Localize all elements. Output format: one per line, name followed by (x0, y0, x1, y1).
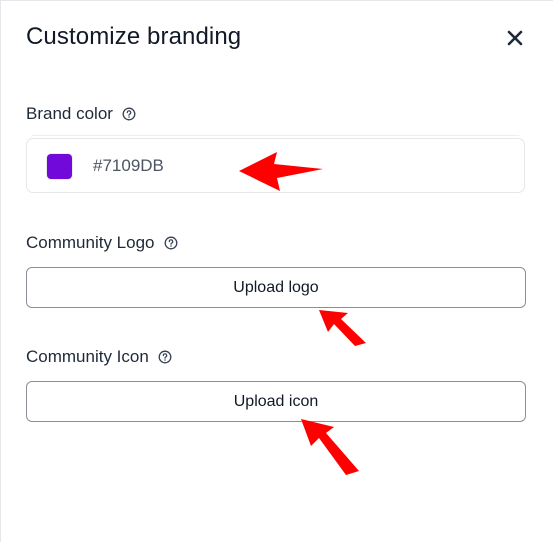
upload-logo-button[interactable]: Upload logo (26, 267, 526, 308)
help-circle-icon[interactable] (122, 107, 136, 121)
customize-branding-dialog: Customize branding Brand color #7109DB C… (0, 0, 553, 542)
brand-color-input[interactable]: #7109DB (26, 135, 525, 193)
brand-color-label-row: Brand color (26, 104, 136, 124)
community-icon-label: Community Icon (26, 347, 149, 366)
arrow-annotation-logo (319, 310, 366, 346)
community-icon-label-row: Community Icon (26, 347, 172, 367)
brand-color-label: Brand color (26, 104, 113, 123)
brand-color-value: #7109DB (93, 156, 164, 175)
community-logo-label-row: Community Logo (26, 233, 178, 253)
brand-color-swatch[interactable] (47, 154, 72, 179)
community-logo-label: Community Logo (26, 233, 155, 252)
help-circle-icon[interactable] (158, 350, 172, 364)
arrow-annotation-icon (301, 419, 359, 475)
dialog-title: Customize branding (26, 23, 242, 50)
upload-icon-button[interactable]: Upload icon (26, 381, 526, 422)
help-circle-icon[interactable] (164, 236, 178, 250)
close-icon[interactable] (504, 27, 526, 49)
